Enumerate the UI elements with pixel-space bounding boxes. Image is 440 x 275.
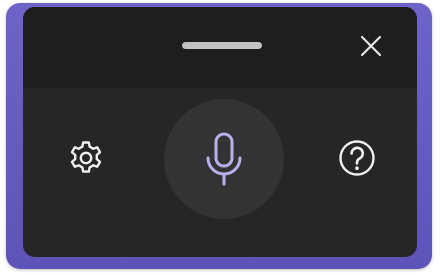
microphone-button[interactable]	[164, 99, 284, 219]
drag-handle[interactable]	[182, 42, 262, 49]
help-button[interactable]	[335, 136, 379, 180]
voice-typing-panel	[23, 7, 417, 257]
question-circle-icon	[337, 138, 377, 178]
microphone-icon	[204, 131, 244, 187]
titlebar	[23, 7, 417, 88]
close-icon	[360, 35, 382, 57]
controls-bar	[23, 88, 417, 257]
gear-icon	[66, 138, 106, 178]
close-button[interactable]	[357, 32, 385, 60]
settings-button[interactable]	[64, 136, 108, 180]
